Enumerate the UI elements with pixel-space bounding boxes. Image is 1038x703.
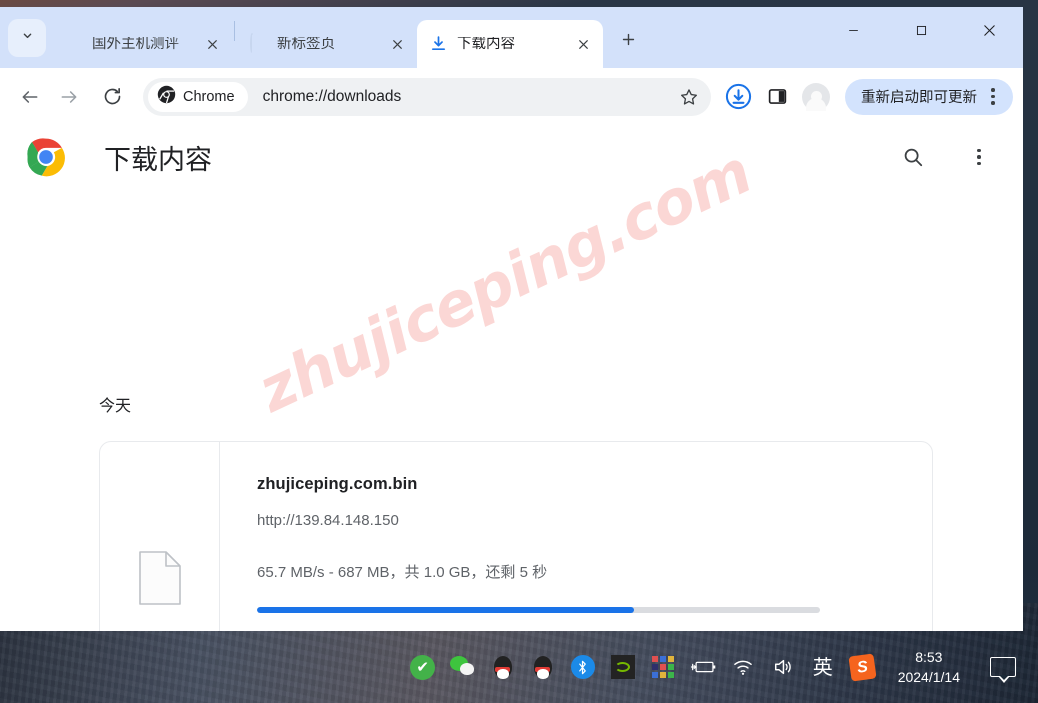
search-button[interactable] xyxy=(893,137,933,177)
tab-label: 新标签页 xyxy=(277,36,335,52)
tab-1[interactable]: 新标签页 xyxy=(237,20,417,68)
profile-button[interactable] xyxy=(798,79,834,115)
tab-2[interactable]: 下载内容 xyxy=(417,20,603,68)
minimize-button[interactable] xyxy=(819,7,887,54)
clock-date: 2024/1/14 xyxy=(897,669,960,685)
download-status-text: 65.7 MB/s - 687 MB，共 1.0 GB，还剩 5 秒 xyxy=(257,564,548,581)
downloads-page: 下载内容 zhujiceping.com 今天 zhujiceping.com.… xyxy=(0,125,1023,631)
download-item-card: zhujiceping.com.bin http://139.84.148.15… xyxy=(99,441,933,631)
generic-file-icon xyxy=(138,550,182,606)
url-text[interactable]: chrome://downloads xyxy=(248,88,673,106)
maximize-button[interactable] xyxy=(887,7,955,54)
address-bar[interactable]: Chrome chrome://downloads xyxy=(143,77,711,116)
downloads-button[interactable] xyxy=(720,79,756,115)
battery-charging-icon[interactable] xyxy=(690,654,716,680)
red-site-favicon xyxy=(65,35,83,53)
wechat-icon[interactable] xyxy=(449,654,476,680)
clock-time: 8:53 xyxy=(915,648,943,665)
loading-spinner-icon xyxy=(250,33,268,54)
downloads-header: 下载内容 xyxy=(0,125,1023,189)
tab-separator xyxy=(234,21,235,41)
ime-label: 英 xyxy=(812,655,833,679)
browser-window: 国外主机测评 新标签页 下载内容 Chrome chrome://downloa… xyxy=(0,7,1023,631)
new-tab-button[interactable] xyxy=(612,23,644,55)
nvidia-icon[interactable] xyxy=(610,654,636,680)
wifi-icon[interactable] xyxy=(730,654,756,680)
tab-search-button[interactable] xyxy=(8,19,46,57)
download-progress-fill xyxy=(257,607,635,613)
bookmark-star-icon[interactable] xyxy=(673,81,705,113)
qq-icon[interactable] xyxy=(490,654,516,680)
three-dot-menu-icon xyxy=(965,148,993,166)
ime-indicator[interactable]: 英 xyxy=(810,654,836,680)
side-panel-button[interactable] xyxy=(759,79,795,115)
date-group-label: 今天 xyxy=(99,398,132,415)
download-progress-bar xyxy=(257,607,820,613)
page-title: 下载内容 xyxy=(104,144,212,175)
tab-close-button[interactable] xyxy=(572,33,594,55)
forward-button[interactable] xyxy=(51,79,87,115)
download-details: zhujiceping.com.bin http://139.84.148.15… xyxy=(220,442,932,631)
download-source-url: http://139.84.148.150 xyxy=(257,512,399,529)
file-icon-column xyxy=(100,442,220,631)
chrome-chip-label: Chrome xyxy=(183,88,235,105)
profile-avatar-icon xyxy=(802,82,830,111)
sogou-icon[interactable]: S xyxy=(848,652,877,682)
bluetooth-icon[interactable] xyxy=(570,654,596,680)
browser-toolbar: Chrome chrome://downloads 重新启动即可更新 xyxy=(0,68,1023,125)
tab-close-button[interactable] xyxy=(386,33,408,55)
tab-close-button[interactable] xyxy=(201,33,223,55)
update-button[interactable]: 重新启动即可更新 xyxy=(845,78,1013,115)
reload-button[interactable] xyxy=(94,79,130,115)
tab-0[interactable]: 国外主机测评 xyxy=(52,20,232,68)
security-check-icon[interactable]: ✔ xyxy=(410,654,436,680)
download-icon xyxy=(430,35,448,53)
system-tray: ✔ 英 S xyxy=(410,652,877,682)
chrome-logo xyxy=(26,137,66,177)
colored-squares-icon[interactable] xyxy=(650,654,676,680)
tab-label: 下载内容 xyxy=(457,36,515,52)
volume-icon[interactable] xyxy=(770,654,796,680)
downloads-menu-button[interactable] xyxy=(959,137,999,177)
taskbar-clock[interactable]: 8:53 2024/1/14 xyxy=(898,647,960,688)
windows-taskbar: ✔ 英 S 8:53 2024/1/14 xyxy=(0,631,1038,703)
back-button[interactable] xyxy=(12,79,48,115)
tab-label: 国外主机测评 xyxy=(92,36,179,52)
chrome-logo-mono-icon xyxy=(157,85,176,109)
tab-strip: 国外主机测评 新标签页 下载内容 xyxy=(0,7,1023,68)
browser-menu-icon[interactable] xyxy=(979,88,1007,105)
window-controls xyxy=(819,7,1023,54)
chrome-origin-chip[interactable]: Chrome xyxy=(148,81,248,112)
download-filename[interactable]: zhujiceping.com.bin xyxy=(257,475,932,494)
qq-icon-2[interactable] xyxy=(530,654,556,680)
sogou-label: S xyxy=(848,652,877,682)
update-label: 重新启动即可更新 xyxy=(861,90,977,106)
close-button[interactable] xyxy=(955,7,1023,54)
notification-icon[interactable] xyxy=(990,657,1016,683)
chevron-down-icon xyxy=(20,28,35,48)
